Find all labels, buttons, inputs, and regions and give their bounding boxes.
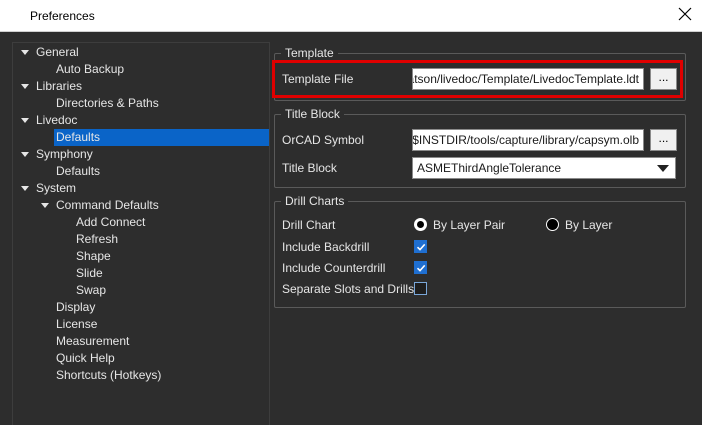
separate-slots-checkbox[interactable] [414, 282, 427, 295]
tree-item-label: Quick Help [56, 351, 115, 365]
tree-item-label: Shape [76, 249, 111, 263]
drill-charts-legend: Drill Charts [281, 194, 349, 208]
chevron-down-icon[interactable] [19, 112, 31, 129]
orcad-symbol-label: OrCAD Symbol [282, 133, 365, 147]
tree-item-livedoc-defaults[interactable]: Defaults [54, 129, 269, 146]
tree-item-label: Auto Backup [56, 62, 125, 76]
include-backdrill-label: Include Backdrill [282, 240, 370, 254]
tree-item-label: Add Connect [76, 215, 146, 229]
tree-item-label: Directories & Paths [56, 96, 159, 110]
checkmark-icon [416, 264, 426, 272]
tree-item-label: Symphony [36, 147, 93, 161]
by-layer-label: By Layer [565, 218, 613, 232]
tree-item-license[interactable]: License [13, 316, 269, 333]
chevron-down-icon[interactable] [39, 197, 51, 214]
template-legend: Template [281, 46, 338, 60]
tree-item-general[interactable]: General [13, 44, 269, 61]
tree-item-slide[interactable]: Slide [13, 265, 269, 282]
window-title: Preferences [30, 9, 95, 23]
title-block-label: Title Block [282, 161, 337, 175]
tree-item-label: License [56, 317, 98, 331]
tree-item-shortcuts[interactable]: Shortcuts (Hotkeys) [13, 367, 269, 384]
chevron-down-icon[interactable] [19, 44, 31, 61]
tree-item-label: Command Defaults [56, 198, 159, 212]
title-bar: Preferences [0, 0, 702, 32]
orcad-symbol-browse-button[interactable]: ... [650, 129, 677, 151]
by-layer-pair-label: By Layer Pair [433, 218, 506, 232]
tree-item-label: Defaults [56, 130, 101, 144]
tree-item-libraries[interactable]: Libraries [13, 78, 269, 95]
tree-item-label: Measurement [56, 334, 130, 348]
tree-item-label: Shortcuts (Hotkeys) [56, 368, 162, 382]
tree-item-swap[interactable]: Swap [13, 282, 269, 299]
tree-item-system[interactable]: System [13, 180, 269, 197]
chevron-down-icon[interactable] [19, 146, 31, 163]
by-layer-radio[interactable] [546, 218, 559, 231]
tree-item-label: Display [56, 300, 96, 314]
tree-item-livedoc[interactable]: Livedoc [13, 112, 269, 129]
tree-item-quick-help[interactable]: Quick Help [13, 350, 269, 367]
highlight-box [272, 60, 683, 98]
tree-item-label: Refresh [76, 232, 119, 246]
orcad-symbol-field[interactable]: $INSTDIR/tools/capture/library/capsym.ol… [412, 129, 644, 151]
close-icon[interactable] [677, 6, 693, 22]
tree-item-refresh[interactable]: Refresh [13, 231, 269, 248]
orcad-symbol-value: $INSTDIR/tools/capture/library/capsym.ol… [412, 133, 639, 147]
title-block-select[interactable]: ASMEThirdAngleTolerance [412, 157, 676, 179]
tree-item-add-connect[interactable]: Add Connect [13, 214, 269, 231]
tree-item-shape[interactable]: Shape [13, 248, 269, 265]
title-block-legend: Title Block [281, 107, 344, 121]
tree-item-display[interactable]: Display [13, 299, 269, 316]
title-block-select-value: ASMEThirdAngleTolerance [417, 161, 562, 175]
include-counterdrill-label: Include Counterdrill [282, 261, 386, 275]
tree-item-measurement[interactable]: Measurement [13, 333, 269, 350]
chevron-down-icon[interactable] [19, 180, 31, 197]
tree-item-symphony-defaults[interactable]: Defaults [13, 163, 269, 180]
include-counterdrill-checkbox[interactable] [414, 261, 427, 274]
tree-item-label: Livedoc [36, 113, 78, 127]
checkmark-icon [416, 243, 426, 251]
tree-item-label: System [36, 181, 77, 195]
by-layer-pair-radio[interactable] [414, 218, 427, 231]
tree-item-label: Defaults [56, 164, 101, 178]
chevron-down-icon[interactable] [19, 78, 31, 95]
tree-item-command-defaults[interactable]: Command Defaults [13, 197, 269, 214]
separate-slots-label: Separate Slots and Drills [282, 282, 415, 296]
chevron-down-icon [657, 165, 669, 172]
tree-item-label: Libraries [36, 79, 83, 93]
preferences-tree[interactable]: General Auto Backup Libraries Directorie… [12, 42, 270, 425]
tree-item-symphony[interactable]: Symphony [13, 146, 269, 163]
tree-item-label: Swap [76, 283, 107, 297]
tree-item-directories-paths[interactable]: Directories & Paths [13, 95, 269, 112]
drill-chart-label: Drill Chart [282, 218, 336, 232]
tree-item-label: General [36, 45, 79, 59]
tree-item-label: Slide [76, 266, 103, 280]
include-backdrill-checkbox[interactable] [414, 240, 427, 253]
tree-item-auto-backup[interactable]: Auto Backup [13, 61, 269, 78]
